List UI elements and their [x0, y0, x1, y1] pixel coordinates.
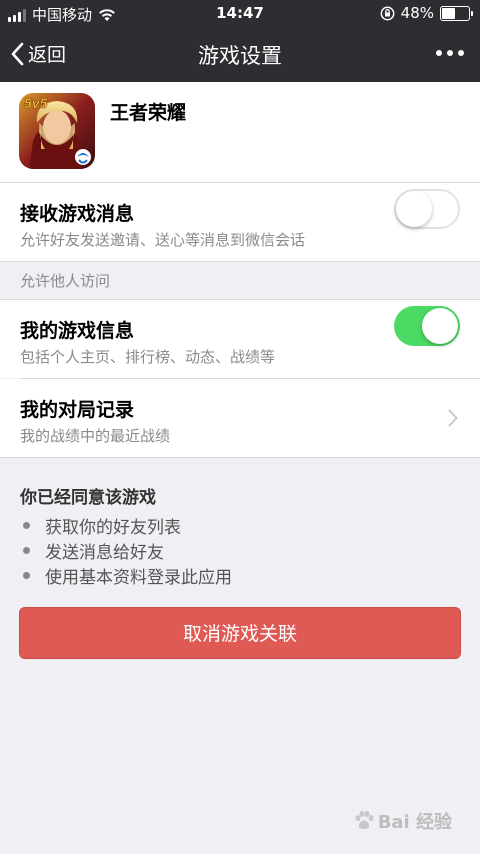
- svg-text:5v5: 5v5: [24, 95, 48, 111]
- divider: [0, 457, 480, 458]
- bullet-icon: [23, 547, 30, 554]
- consent-title: 你已经同意该游戏: [20, 488, 156, 508]
- my-game-info-row: 我的游戏信息 包括个人主页、排行榜、动态、战绩等: [0, 300, 480, 378]
- my-game-info-title: 我的游戏信息: [20, 320, 135, 342]
- baidu-jingyan-watermark: Bai 经验: [353, 808, 452, 834]
- bullet-icon: [23, 572, 30, 579]
- status-bar: 中国移动 14:47 48%: [0, 0, 480, 28]
- match-records-subtitle: 我的战绩中的最近战绩: [20, 427, 171, 445]
- permission-item: 获取你的好友列表: [20, 513, 181, 538]
- permission-item: 使用基本资料登录此应用: [20, 563, 232, 588]
- match-records-title: 我的对局记录: [20, 399, 135, 421]
- receive-messages-toggle[interactable]: [394, 189, 460, 229]
- my-game-info-subtitle: 包括个人主页、排行榜、动态、战绩等: [20, 348, 276, 366]
- match-records-row[interactable]: 我的对局记录 我的战绩中的最近战绩: [0, 379, 480, 457]
- orientation-lock-icon: [380, 6, 395, 20]
- receive-messages-title: 接收游戏消息: [20, 203, 135, 225]
- game-app-icon: 5v5: [19, 93, 95, 169]
- receive-messages-subtitle: 允许好友发送邀请、送心等消息到微信会话: [20, 231, 306, 249]
- unlink-game-button[interactable]: 取消游戏关联: [19, 607, 461, 659]
- navigation-bar: 返回 游戏设置: [0, 28, 480, 82]
- receive-messages-row: 接收游戏消息 允许好友发送邀请、送心等消息到微信会话: [0, 183, 480, 261]
- section-label: 允许他人访问: [20, 272, 111, 290]
- game-header: 5v5 王者荣耀: [0, 82, 480, 183]
- chevron-right-icon: [448, 409, 458, 427]
- battery-percent: 48%: [400, 4, 434, 22]
- game-name: 王者荣耀: [110, 102, 187, 124]
- more-dots-icon[interactable]: [436, 50, 464, 56]
- baidu-paw-icon: [355, 811, 374, 829]
- bullet-icon: [23, 522, 30, 529]
- permission-item: 发送消息给好友: [20, 538, 164, 563]
- divider: [0, 261, 480, 262]
- my-game-info-toggle[interactable]: [394, 306, 460, 346]
- battery-icon: [440, 5, 473, 21]
- page-title: 游戏设置: [198, 44, 282, 68]
